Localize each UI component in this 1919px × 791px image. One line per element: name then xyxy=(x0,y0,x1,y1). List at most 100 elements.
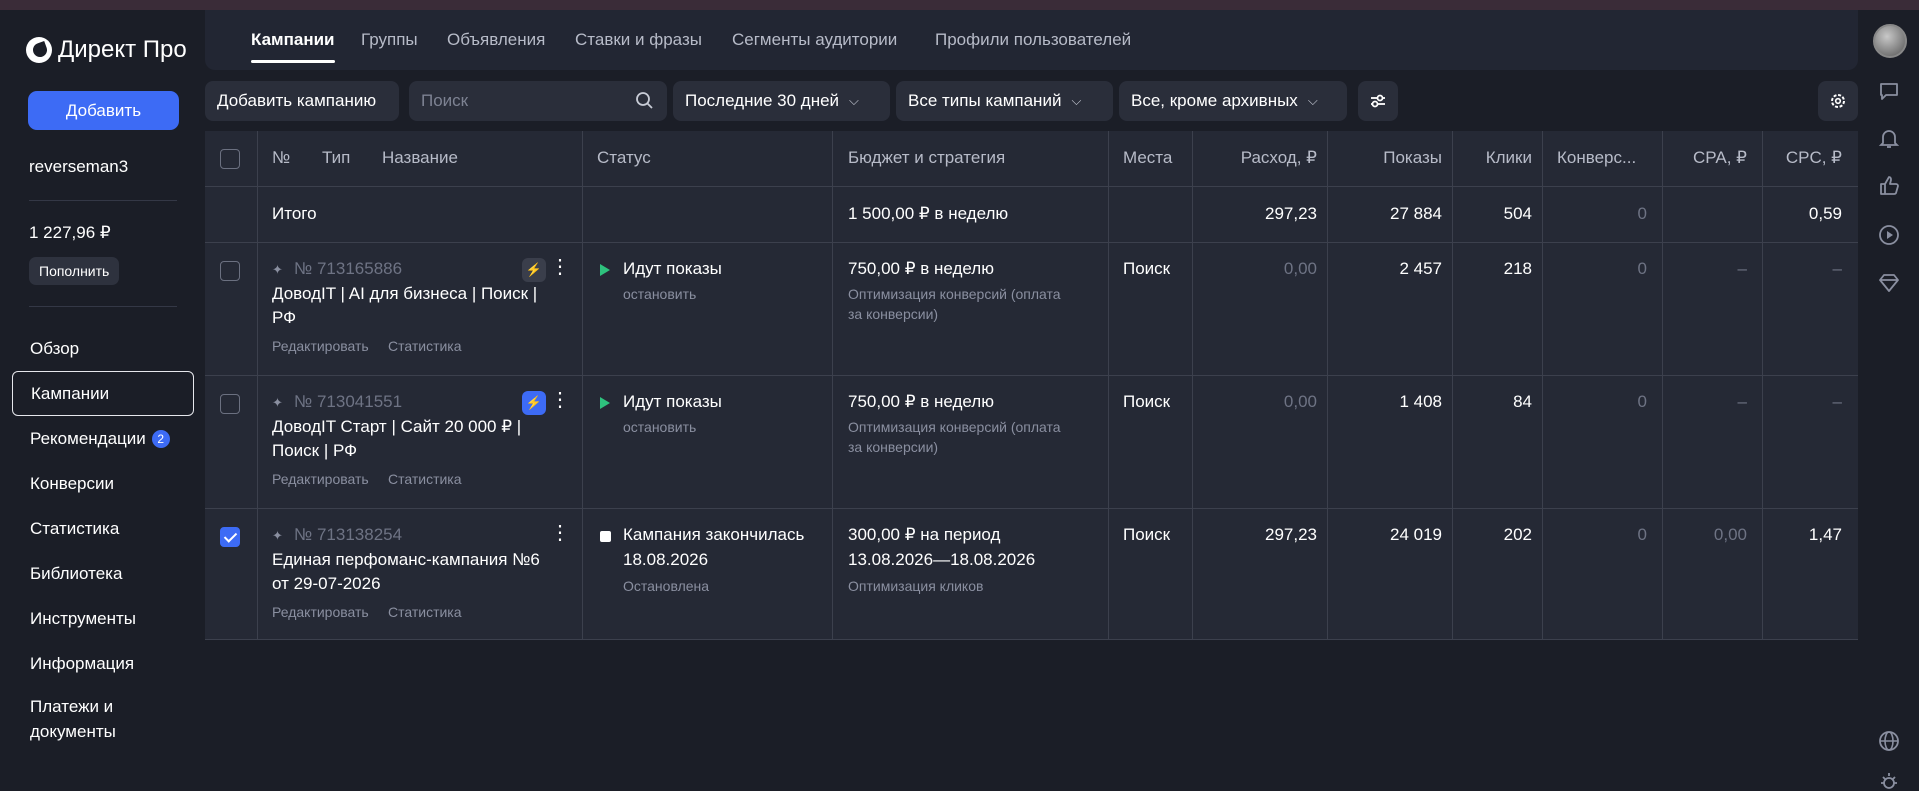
clicks-value: 218 xyxy=(1503,259,1532,278)
row-checkbox[interactable] xyxy=(220,394,240,414)
sidebar-item-payments[interactable]: Платежи и документы xyxy=(12,686,132,751)
sidebar-item-statistics[interactable]: Статистика xyxy=(12,506,194,551)
cpc-value: – xyxy=(1832,259,1842,278)
row-checkbox[interactable] xyxy=(220,527,240,547)
chat-icon[interactable] xyxy=(1876,78,1902,104)
logo-text: Директ Про xyxy=(58,36,187,63)
filters-button[interactable] xyxy=(1358,81,1398,121)
chevron-down-icon: ⌵ xyxy=(849,93,859,108)
search-icon xyxy=(636,92,653,109)
column-separator xyxy=(1327,131,1328,639)
lightning-icon[interactable]: ⚡ xyxy=(522,258,546,282)
settings-button[interactable] xyxy=(1818,81,1858,121)
sidebar-item-overview[interactable]: Обзор xyxy=(12,326,194,371)
cpc-value: – xyxy=(1832,392,1842,411)
campaign-id[interactable]: № 713165886 xyxy=(294,259,402,279)
sidebar-item-conversions[interactable]: Конверсии xyxy=(12,461,194,506)
campaign-name-2[interactable]: от 29-07-2026 xyxy=(272,574,381,594)
header-type[interactable]: Тип xyxy=(322,148,350,168)
campaign-name[interactable]: Единая перфоманс-кампания №6 xyxy=(272,550,540,570)
strategy-text-2: за конверсии) xyxy=(848,306,939,322)
campaign-name[interactable]: ДоводIT | AI для бизнеса | Поиск | xyxy=(272,284,537,304)
sidebar-item-tools[interactable]: Инструменты xyxy=(12,596,194,641)
sidebar-item-label: Кампании xyxy=(31,383,110,403)
budget-value: 750,00 ₽ в неделю xyxy=(848,259,994,278)
diamond-icon[interactable] xyxy=(1876,270,1902,296)
globe-icon[interactable] xyxy=(1876,728,1902,754)
sidebar-item-label: Инструменты xyxy=(30,608,137,628)
sidebar: Директ Про Добавить reverseman3 1 227,96… xyxy=(0,10,205,791)
sidebar-item-information[interactable]: Информация xyxy=(12,641,194,686)
campaign-id[interactable]: № 713041551 xyxy=(294,392,402,412)
header-num[interactable]: № xyxy=(272,148,290,168)
play-circle-icon[interactable] xyxy=(1876,222,1902,248)
theme-toggle-icon[interactable] xyxy=(1876,768,1902,791)
stop-link[interactable]: остановить xyxy=(623,419,696,435)
campaign-id[interactable]: № 713138254 xyxy=(294,525,402,545)
tab-groups[interactable]: Группы xyxy=(361,30,418,50)
edit-link[interactable]: Редактировать xyxy=(272,471,369,487)
types-value: Все типы кампаний xyxy=(908,91,1062,110)
search-input[interactable]: Поиск xyxy=(409,81,667,121)
tab-ads[interactable]: Объявления xyxy=(447,30,545,50)
column-separator xyxy=(1542,131,1543,639)
stop-link[interactable]: остановить xyxy=(623,286,696,302)
tab-user-profiles[interactable]: Профили пользователей xyxy=(935,30,1131,50)
row-checkbox[interactable] xyxy=(220,261,240,281)
lightning-icon[interactable]: ⚡ xyxy=(522,391,546,415)
thumbs-up-icon[interactable] xyxy=(1876,173,1902,199)
period-dropdown[interactable]: Последние 30 дней ⌵ xyxy=(673,81,890,121)
search-placeholder: Поиск xyxy=(421,91,469,110)
more-menu-icon[interactable]: ⋮ xyxy=(550,390,570,410)
strategy-text: Оптимизация кликов xyxy=(848,578,984,594)
header-impressions[interactable]: Показы xyxy=(1335,148,1442,168)
edit-link[interactable]: Редактировать xyxy=(272,604,369,620)
topup-button[interactable]: Пополнить xyxy=(29,257,120,285)
chevron-down-icon: ⌵ xyxy=(1307,93,1318,108)
more-menu-icon[interactable]: ⋮ xyxy=(550,523,570,543)
account-balance: 1 227,96 ₽ xyxy=(29,223,111,242)
tab-campaigns[interactable]: Кампании xyxy=(251,30,335,63)
search-campaign-type-icon: ✦ xyxy=(272,395,283,410)
header-places[interactable]: Места xyxy=(1123,148,1172,168)
sliders-icon xyxy=(1371,94,1385,108)
column-separator xyxy=(1192,131,1193,639)
header-status[interactable]: Статус xyxy=(597,148,651,168)
tab-bids-phrases[interactable]: Ставки и фразы xyxy=(575,30,702,50)
username[interactable]: reverseman3 xyxy=(29,157,128,177)
more-menu-icon[interactable]: ⋮ xyxy=(550,257,570,277)
header-cpc[interactable]: CPC, ₽ xyxy=(1765,148,1842,168)
header-budget[interactable]: Бюджет и стратегия xyxy=(848,148,1005,168)
total-label: Итого xyxy=(272,204,317,223)
sidebar-item-campaigns[interactable]: Кампании xyxy=(12,371,194,416)
user-avatar[interactable] xyxy=(1873,24,1907,58)
stats-link[interactable]: Статистика xyxy=(388,604,462,620)
campaign-name-2[interactable]: РФ xyxy=(272,308,296,328)
add-campaign-button[interactable]: Добавить кампанию xyxy=(205,81,399,121)
header-name[interactable]: Название xyxy=(382,148,458,168)
header-clicks[interactable]: Клики xyxy=(1460,148,1532,168)
sidebar-item-recommendations[interactable]: Рекомендации 2 xyxy=(12,416,194,461)
stopped-label: Остановлена xyxy=(623,578,710,594)
places-value: Поиск xyxy=(1123,525,1171,544)
add-button[interactable]: Добавить xyxy=(28,91,179,130)
header-spend[interactable]: Расход, ₽ xyxy=(1210,148,1317,168)
cpc-value: 1,47 xyxy=(1808,525,1842,544)
edit-link[interactable]: Редактировать xyxy=(272,338,369,354)
spend-value: 297,23 xyxy=(1265,525,1317,544)
header-conversions[interactable]: Конверс... xyxy=(1557,148,1636,168)
status-text: Идут показы xyxy=(623,392,722,411)
tab-audience-segments[interactable]: Сегменты аудитории xyxy=(732,30,897,50)
campaign-name[interactable]: ДоводIT Старт | Сайт 20 000 ₽ | xyxy=(272,417,521,437)
campaign-types-dropdown[interactable]: Все типы кампаний ⌵ xyxy=(896,81,1113,121)
select-all-checkbox[interactable] xyxy=(220,149,240,169)
bell-icon[interactable] xyxy=(1876,125,1902,151)
stats-link[interactable]: Статистика xyxy=(388,471,462,487)
sidebar-item-library[interactable]: Библиотека xyxy=(12,551,194,596)
stats-link[interactable]: Статистика xyxy=(388,338,462,354)
archive-filter-dropdown[interactable]: Все, кроме архивных ⌵ xyxy=(1119,81,1347,121)
logo[interactable]: Директ Про xyxy=(26,36,187,64)
header-cpa[interactable]: CPA, ₽ xyxy=(1675,148,1747,168)
budget-value: 300,00 ₽ на период xyxy=(848,525,1001,544)
campaign-name-2[interactable]: Поиск | РФ xyxy=(272,441,357,461)
